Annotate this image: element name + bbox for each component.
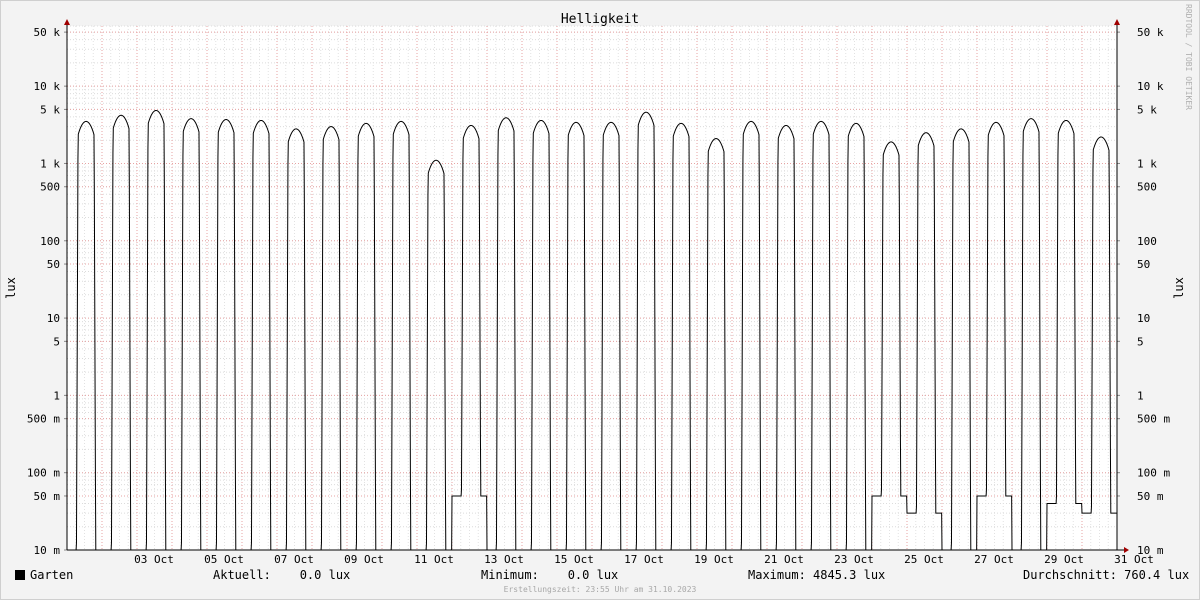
x-tick-label: 19 Oct [694, 553, 734, 566]
x-tick-label: 11 Oct [414, 553, 454, 566]
x-tick-label: 07 Oct [274, 553, 314, 566]
y-tick-label-left: 10 k [34, 80, 61, 93]
stat-maximum: Maximum: 4845.3 lux [748, 568, 886, 582]
x-ticks: 03 Oct 05 Oct 07 Oct 09 Oct 11 Oct 13 Oct 15 O… [134, 553, 1154, 566]
creation-timestamp: Erstellungszeit: 23:55 Uhr am 31.10.2023 [503, 585, 697, 594]
brightness-chart: Helligkeit lux lux 50 k10 k5 k1 k5001005… [0, 0, 1200, 600]
y-ticks-right: 50 k 10 k 5 k 1 k 500 100 50 10 5 1 500 m 100 m 50 m… [1117, 26, 1170, 557]
y-tick-label-left: 1 k [40, 157, 60, 170]
rrd-graph: Helligkeit lux lux 50 k 10 k5 k1 k 500 100 5… [0, 0, 1200, 600]
y-tick-label-left: 1 [53, 389, 60, 402]
y-tick-label-left: 100 m [27, 467, 60, 480]
y-tick-label-right: 50 m [1137, 490, 1164, 503]
y-tick-label-right: 100 m [1137, 467, 1170, 480]
y-tick-label-left: 100 [40, 235, 60, 248]
y-tick-label-right: 5 [1137, 335, 1144, 348]
y-tick-label-left: 5 [53, 335, 60, 348]
legend-label: Garten [30, 568, 74, 582]
x-tick-label: 13 Oct [484, 553, 524, 566]
x-tick-label: 27 Oct [974, 553, 1014, 566]
y-tick-label-right: 50 k [1137, 26, 1164, 39]
y-tick-label-right: 100 [1137, 235, 1157, 248]
y-tick-label-right: 1 [1137, 389, 1144, 402]
y-tick-label-left: 500 [40, 181, 60, 194]
y-tick-label-right: 500 [1137, 181, 1157, 194]
x-tick-label: 23 Oct [834, 553, 874, 566]
x-tick-label: 29 Oct [1044, 553, 1084, 566]
chart-title: Helligkeit [561, 12, 639, 27]
y-tick-label-left: 50 k [34, 26, 61, 39]
stat-current: Aktuell: 0.0 lux [213, 568, 351, 582]
legend-swatch [15, 570, 25, 580]
x-tick-label: 05 Oct [204, 553, 244, 566]
x-tick-label: 21 Oct [764, 553, 804, 566]
y-tick-label-right: 1 k [1137, 157, 1157, 170]
y-tick-label-left: 10 [47, 312, 60, 325]
y-axis-label-right: lux [1172, 277, 1186, 299]
y-tick-label-left: 5 k [40, 103, 60, 116]
x-tick-label: 09 Oct [344, 553, 384, 566]
x-tick-label: 31 Oct [1114, 553, 1154, 566]
y-tick-label-right: 10 [1137, 312, 1150, 325]
y-tick-label-left: 500 m [27, 413, 60, 426]
y-ticks-left: 50 k 10 k 5 k 1 k 500 100 50 10 5 1 500 m 100 m 50 m… [27, 26, 67, 557]
y-axis-left-arrow [64, 19, 70, 25]
x-tick-label: 17 Oct [624, 553, 664, 566]
y-axis-right-arrow [1114, 19, 1120, 25]
x-tick-label: 03 Oct [134, 553, 174, 566]
x-tick-label: 25 Oct [904, 553, 944, 566]
y-tick-label-right: 500 m [1137, 413, 1170, 426]
y-tick-label-right: 50 [1137, 258, 1150, 271]
x-tick-label: 15 Oct [554, 553, 594, 566]
y-tick-label-right: 10 k [1137, 80, 1164, 93]
stat-average: Durchschnitt: 760.4 lux [1023, 568, 1190, 582]
stat-minimum: Minimum: 0.0 lux [481, 568, 619, 582]
rrdtool-watermark: RRDTOOL / TOBI OETIKER [1184, 4, 1193, 110]
y-tick-label-right: 5 k [1137, 103, 1157, 116]
y-tick-label-left: 10 m [34, 544, 61, 557]
y-axis-label-left: lux [4, 277, 18, 299]
y-tick-label-left: 50 [47, 258, 60, 271]
y-tick-label-left: 50 m [34, 490, 61, 503]
